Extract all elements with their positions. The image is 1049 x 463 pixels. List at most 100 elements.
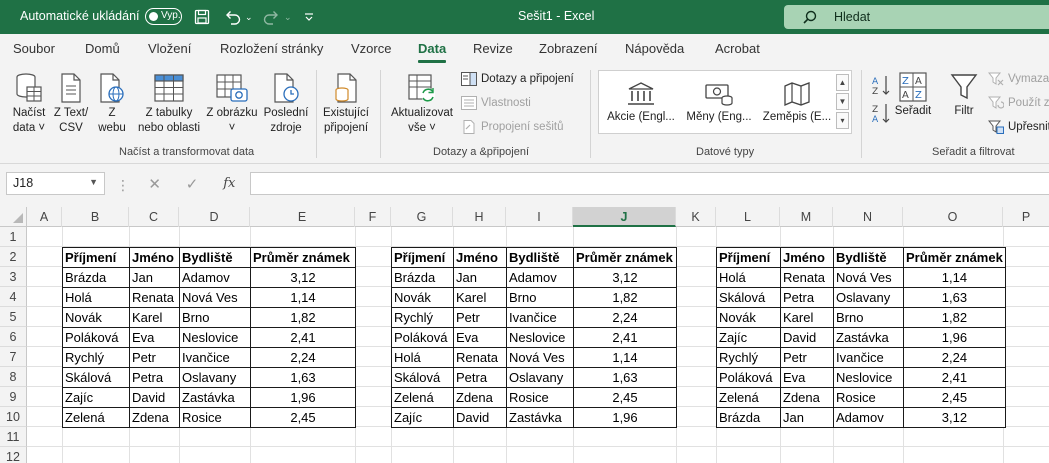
existing-connections-button[interactable]: Existující připojení — [320, 72, 372, 136]
header-cell[interactable]: Bydliště — [833, 247, 904, 268]
cell[interactable]: Poláková — [716, 367, 781, 388]
from-text-csv-button[interactable]: Z Text/ CSV — [52, 72, 90, 136]
column-header-a[interactable]: A — [27, 207, 62, 227]
cell[interactable]: Eva — [453, 327, 507, 348]
cell[interactable]: Zastávka — [833, 327, 904, 348]
cell[interactable]: Zelená — [716, 387, 781, 408]
cell[interactable]: Neslovice — [833, 367, 904, 388]
cell[interactable]: Novák — [716, 307, 781, 328]
enter-formula-icon[interactable]: ✓ — [173, 175, 210, 193]
cell[interactable]: Jan — [453, 267, 507, 288]
refresh-all-button[interactable]: Aktualizovat vše ˅ — [386, 72, 458, 136]
cell[interactable]: 1,63 — [250, 367, 356, 388]
cell[interactable]: Rychlý — [391, 307, 454, 328]
name-box[interactable]: J18 ▼ — [6, 172, 105, 195]
column-header-m[interactable]: M — [780, 207, 833, 227]
filter-button[interactable]: Filtr — [946, 72, 982, 119]
row-header-11[interactable]: 11 — [0, 427, 27, 447]
cell[interactable]: Petr — [453, 307, 507, 328]
row-header-12[interactable]: 12 — [0, 447, 27, 463]
row-header-3[interactable]: 3 — [0, 267, 27, 287]
tab-data[interactable]: Data — [418, 41, 446, 56]
cell[interactable]: Renata — [780, 267, 834, 288]
from-picture-button[interactable]: Z obrázku ˅ — [205, 72, 259, 136]
row-header-2[interactable]: 2 — [0, 247, 27, 267]
tab-soubor[interactable]: Soubor — [13, 41, 55, 56]
row-header-9[interactable]: 9 — [0, 387, 27, 407]
row-header-5[interactable]: 5 — [0, 307, 27, 327]
cell[interactable]: Neslovice — [179, 327, 251, 348]
cell[interactable]: Rosice — [179, 407, 251, 428]
cell[interactable]: Holá — [62, 287, 130, 308]
row-header-6[interactable]: 6 — [0, 327, 27, 347]
header-cell[interactable]: Jméno — [780, 247, 834, 268]
cell[interactable]: 2,41 — [903, 367, 1006, 388]
cell[interactable]: 2,24 — [250, 347, 356, 368]
properties-button[interactable]: Vlastnosti — [461, 96, 531, 110]
column-header-f[interactable]: F — [355, 207, 391, 227]
header-cell[interactable]: Průměr známek — [573, 247, 677, 268]
clear-filter-button[interactable]: Vymazat — [988, 72, 1049, 86]
cell[interactable]: Holá — [716, 267, 781, 288]
sort-button[interactable]: Z A A Z Seřadit — [894, 72, 932, 119]
header-cell[interactable]: Bydliště — [506, 247, 574, 268]
cell[interactable]: David — [780, 327, 834, 348]
cell[interactable]: 2,45 — [903, 387, 1006, 408]
cell[interactable]: Brno — [833, 307, 904, 328]
cell[interactable]: Brázda — [391, 267, 454, 288]
undo-dropdown-icon[interactable]: ⌄ — [245, 8, 253, 26]
row-header-7[interactable]: 7 — [0, 347, 27, 367]
cell[interactable]: 1,96 — [573, 407, 677, 428]
data-type-geography[interactable]: Zeměpis (E... — [759, 81, 835, 123]
cell[interactable]: 1,82 — [573, 287, 677, 308]
cell[interactable]: Skálová — [62, 367, 130, 388]
cell[interactable]: 1,82 — [250, 307, 356, 328]
header-cell[interactable]: Jméno — [129, 247, 180, 268]
save-icon[interactable] — [194, 8, 210, 26]
data-type-stocks[interactable]: Akcie (Engl... — [605, 81, 677, 123]
column-header-e[interactable]: E — [250, 207, 355, 227]
cell[interactable]: Renata — [129, 287, 180, 308]
cell[interactable]: Zastávka — [179, 387, 251, 408]
row-header-4[interactable]: 4 — [0, 287, 27, 307]
cell[interactable]: Adamov — [833, 407, 904, 428]
tab-vzorce[interactable]: Vzorce — [351, 41, 391, 56]
cell[interactable]: Zastávka — [506, 407, 574, 428]
cell[interactable]: Ivančice — [833, 347, 904, 368]
data-type-currencies[interactable]: Měny (Eng... — [683, 81, 755, 123]
tab-napoveda[interactable]: Nápověda — [625, 41, 684, 56]
cell[interactable]: Ivančice — [179, 347, 251, 368]
cell[interactable]: Holá — [391, 347, 454, 368]
cell[interactable]: Rychlý — [62, 347, 130, 368]
autosave-toggle[interactable]: Vyp. — [145, 8, 182, 25]
cell[interactable]: 1,96 — [903, 327, 1006, 348]
cell[interactable]: 1,96 — [250, 387, 356, 408]
column-header-j[interactable]: J — [573, 207, 676, 227]
column-header-g[interactable]: G — [391, 207, 453, 227]
formula-input[interactable] — [250, 172, 1049, 195]
cell[interactable]: Novák — [391, 287, 454, 308]
cell[interactable]: Petra — [453, 367, 507, 388]
cell[interactable]: Skálová — [716, 287, 781, 308]
cell[interactable]: Zdena — [129, 407, 180, 428]
gallery-scroll-up-icon[interactable]: ▲ — [836, 74, 849, 91]
from-table-range-button[interactable]: Z tabulky nebo oblasti — [134, 72, 204, 136]
cell[interactable]: 2,24 — [903, 347, 1006, 368]
cell[interactable]: Skálová — [391, 367, 454, 388]
column-header-b[interactable]: B — [62, 207, 129, 227]
undo-icon[interactable] — [224, 8, 242, 26]
header-cell[interactable]: Bydliště — [179, 247, 251, 268]
cell[interactable]: Karel — [453, 287, 507, 308]
cell[interactable]: Nová Ves — [833, 267, 904, 288]
header-cell[interactable]: Příjmení — [716, 247, 781, 268]
queries-connections-button[interactable]: Dotazy a připojení — [461, 72, 574, 86]
cell[interactable]: 1,14 — [250, 287, 356, 308]
cell[interactable]: Petr — [129, 347, 180, 368]
column-header-d[interactable]: D — [179, 207, 250, 227]
cell[interactable]: Oslavany — [833, 287, 904, 308]
column-header-p[interactable]: P — [1003, 207, 1049, 227]
column-header-k[interactable]: K — [676, 207, 716, 227]
tab-rozlozeni-stranky[interactable]: Rozložení stránky — [220, 41, 323, 56]
cell[interactable]: 2,41 — [250, 327, 356, 348]
cancel-formula-icon[interactable]: ✕ — [136, 175, 173, 193]
